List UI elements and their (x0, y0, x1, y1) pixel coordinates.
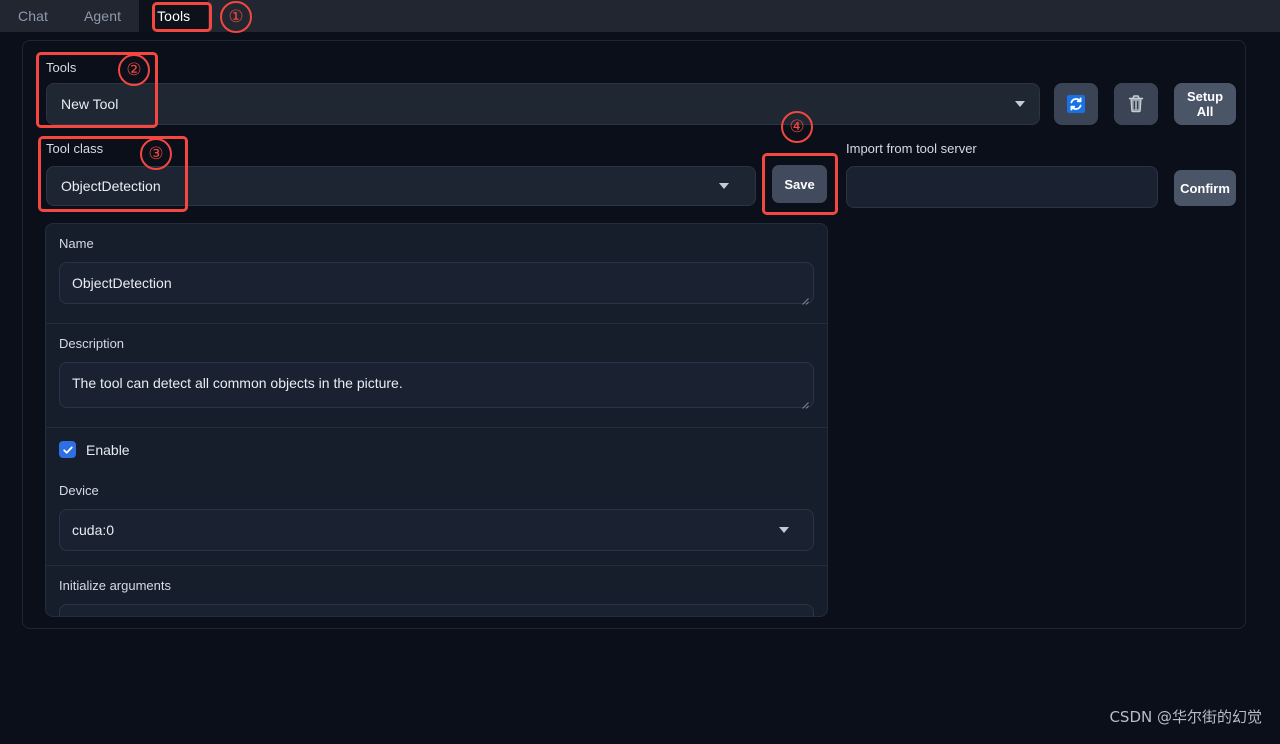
trash-icon (1128, 95, 1144, 113)
description-input[interactable] (59, 362, 814, 408)
setup-all-button[interactable]: Setup All (1174, 83, 1236, 125)
delete-tool-button[interactable] (1114, 83, 1158, 125)
enable-label: Enable (86, 441, 130, 458)
import-from-tool-server-label: Import from tool server (846, 141, 977, 156)
tab-tools-label: Tools (157, 8, 191, 24)
tool-config-form: Name Description En (45, 223, 828, 617)
device-section: Device cuda:0 (46, 471, 827, 566)
device-select[interactable]: cuda:0 (59, 509, 814, 551)
tab-agent-label: Agent (83, 8, 122, 24)
tool-class-select[interactable]: ObjectDetection (46, 166, 756, 206)
app-root: Chat Agent Tools Tools New Tool Setup Al… (0, 0, 1280, 744)
tab-agent[interactable]: Agent (66, 0, 139, 32)
refresh-icon (1067, 95, 1085, 113)
name-input[interactable] (59, 262, 814, 304)
refresh-tools-button[interactable] (1054, 83, 1098, 125)
tools-select-value: New Tool (61, 96, 119, 112)
description-input-wrap (59, 362, 814, 413)
tab-chat-label: Chat (18, 8, 48, 24)
enable-section[interactable]: Enable (46, 428, 827, 471)
import-tool-server-input[interactable] (846, 166, 1158, 208)
top-tab-bar: Chat Agent Tools (0, 0, 1280, 32)
name-label: Name (59, 236, 94, 251)
initialize-arguments-section: Initialize arguments (46, 566, 827, 616)
chevron-down-icon (779, 527, 789, 533)
device-label: Device (59, 483, 99, 498)
description-section: Description (46, 324, 827, 428)
save-button[interactable]: Save (772, 165, 827, 203)
tool-class-value: ObjectDetection (61, 178, 161, 194)
tab-tools[interactable]: Tools (139, 0, 209, 32)
tool-class-label: Tool class (46, 141, 104, 156)
description-label: Description (59, 336, 125, 351)
tab-chat[interactable]: Chat (0, 0, 66, 32)
confirm-button[interactable]: Confirm (1174, 170, 1236, 206)
watermark: CSDN @华尔街的幻觉 (1109, 708, 1262, 726)
chevron-down-icon (1015, 101, 1025, 107)
setup-all-line1: Setup (1186, 89, 1224, 104)
chevron-down-icon (719, 183, 729, 189)
initialize-arguments-input-wrap (59, 604, 814, 616)
name-section: Name (46, 224, 827, 324)
name-input-wrap (59, 262, 814, 309)
tools-select-label: Tools (46, 60, 77, 75)
device-select-value: cuda:0 (72, 522, 115, 538)
enable-checkbox[interactable] (59, 441, 76, 458)
initialize-arguments-label: Initialize arguments (59, 578, 171, 593)
initialize-arguments-input[interactable] (59, 604, 814, 616)
check-icon (62, 446, 73, 454)
tools-select[interactable]: New Tool (46, 83, 1040, 125)
setup-all-line2: All (1196, 104, 1214, 119)
